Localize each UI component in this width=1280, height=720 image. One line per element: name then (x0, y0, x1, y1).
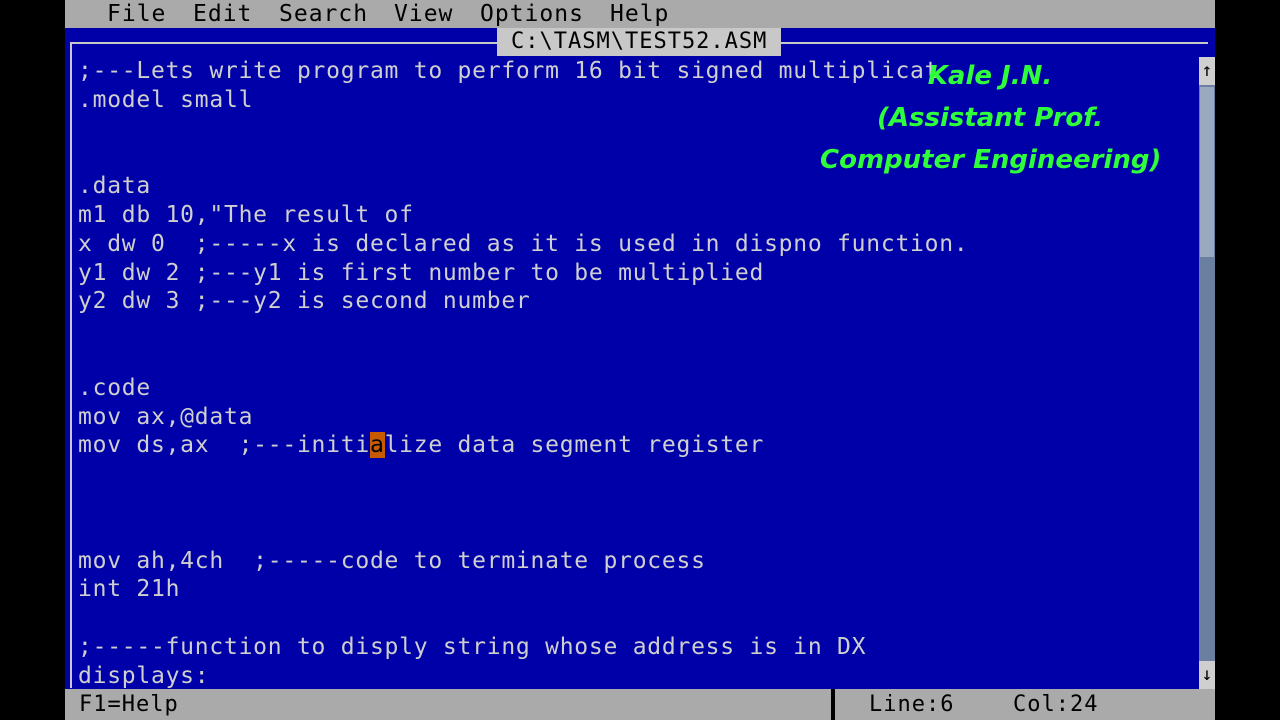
menu-search[interactable]: Search (279, 0, 368, 28)
code-line[interactable] (78, 489, 1198, 518)
code-line[interactable]: mov ah,4ch ;-----code to terminate proce… (78, 547, 1198, 576)
vertical-scrollbar[interactable]: ↑ ↓ (1199, 57, 1215, 689)
code-line[interactable]: y1 dw 2 ;---y1 is first number to be mul… (78, 259, 1198, 288)
menu-bar: File Edit Search View Options Help (65, 0, 1215, 28)
code-line[interactable]: displays: (78, 662, 1198, 691)
menu-edit[interactable]: Edit (193, 0, 252, 28)
menu-options[interactable]: Options (480, 0, 584, 28)
code-line[interactable]: x dw 0 ;-----x is declared as it is used… (78, 230, 1198, 259)
scroll-thumb[interactable] (1200, 87, 1214, 257)
file-title: C:\TASM\TEST52.ASM (497, 28, 782, 56)
menu-help[interactable]: Help (610, 0, 669, 28)
code-line[interactable] (78, 460, 1198, 489)
cursor-line-suffix: lize data segment register (384, 432, 765, 459)
cursor-line-prefix: mov ds,ax ;---initi (78, 432, 370, 459)
code-line[interactable]: int 21h (78, 575, 1198, 604)
watermark-title: (Assistant Prof. (876, 103, 1103, 133)
code-line[interactable]: y2 dw 3 ;---y2 is second number (78, 287, 1198, 316)
code-line-cursor[interactable]: mov ds,ax ;---initialize data segment re… (78, 431, 1198, 460)
code-line[interactable] (78, 345, 1198, 374)
author-watermark: Kale J.N. (Assistant Prof. Computer Engi… (820, 55, 1162, 181)
status-column-number: Col:24 (1013, 692, 1099, 717)
code-line[interactable]: ;-----function to disply string whose ad… (78, 633, 1198, 662)
code-line[interactable]: .code (78, 374, 1198, 403)
status-divider (831, 689, 835, 720)
scroll-down-arrow-icon[interactable]: ↓ (1199, 661, 1215, 689)
status-line-number: Line:6 (869, 692, 955, 717)
watermark-department: Computer Engineering) (820, 145, 1162, 175)
menu-view[interactable]: View (394, 0, 453, 28)
watermark-name: Kale J.N. (927, 61, 1053, 91)
code-line[interactable]: mov ax,@data (78, 403, 1198, 432)
code-line[interactable]: m1 db 10,"The result of (78, 201, 1198, 230)
code-line[interactable] (78, 518, 1198, 547)
status-bar: F1=Help Line:6 Col:24 (65, 689, 1215, 720)
code-line[interactable] (78, 316, 1198, 345)
menu-file[interactable]: File (107, 0, 166, 28)
scroll-up-arrow-icon[interactable]: ↑ (1199, 57, 1215, 85)
code-line[interactable] (78, 604, 1198, 633)
status-help-hint[interactable]: F1=Help (79, 689, 179, 720)
text-cursor: a (369, 432, 385, 459)
